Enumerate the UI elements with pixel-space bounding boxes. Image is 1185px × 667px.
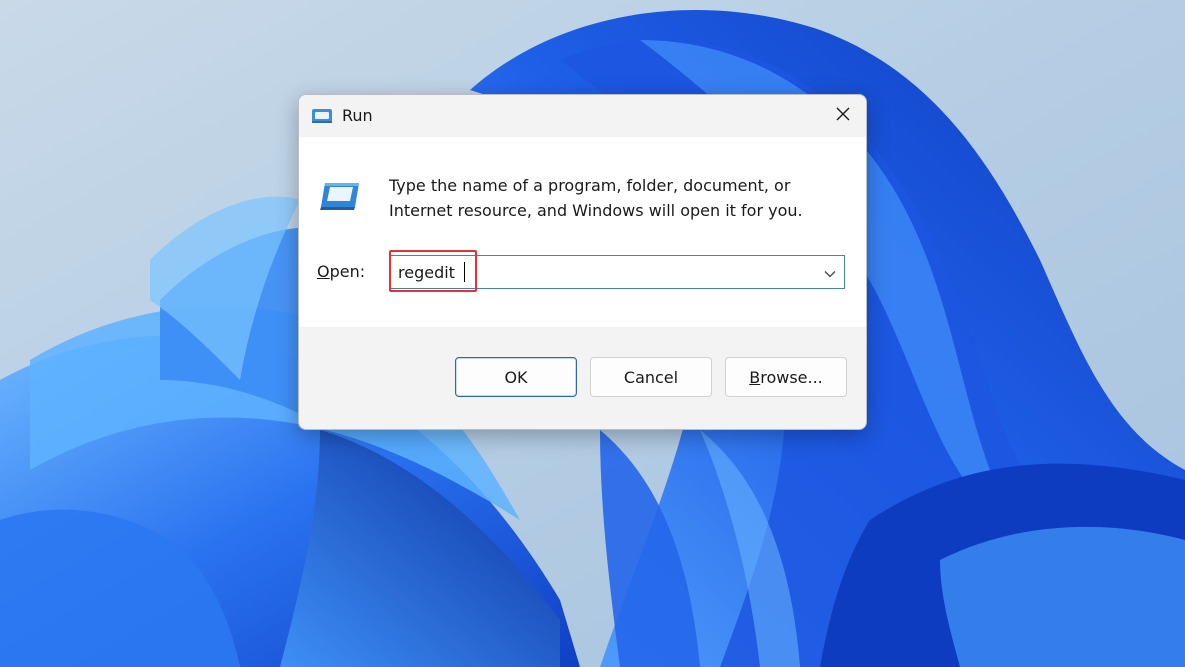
title-bar[interactable]: Run (299, 95, 866, 137)
open-dropdown-button[interactable] (816, 256, 844, 288)
chevron-down-icon (824, 263, 836, 282)
browse-access-key: B (749, 367, 761, 387)
browse-button[interactable]: Browse... (725, 357, 847, 397)
dialog-title: Run (342, 106, 373, 125)
browse-label-rest: rowse... (760, 367, 823, 387)
run-app-icon (311, 107, 333, 125)
dialog-content: Type the name of a program, folder, docu… (299, 137, 866, 327)
open-label-rest: pen: (329, 262, 366, 281)
run-app-icon (319, 181, 361, 211)
run-dialog: Run Type the name of a program, folder, (298, 94, 867, 430)
open-input[interactable] (398, 260, 798, 284)
text-caret (464, 262, 465, 282)
cancel-button[interactable]: Cancel (590, 357, 712, 397)
open-label-access-key: O (317, 262, 330, 281)
desktop: Run Type the name of a program, folder, (0, 0, 1185, 667)
close-button[interactable] (820, 95, 866, 137)
close-icon (835, 106, 851, 126)
ok-button[interactable]: OK (455, 357, 577, 397)
open-combobox[interactable] (390, 255, 845, 289)
dialog-description: Type the name of a program, folder, docu… (389, 176, 803, 220)
open-label: Open: (317, 261, 365, 283)
